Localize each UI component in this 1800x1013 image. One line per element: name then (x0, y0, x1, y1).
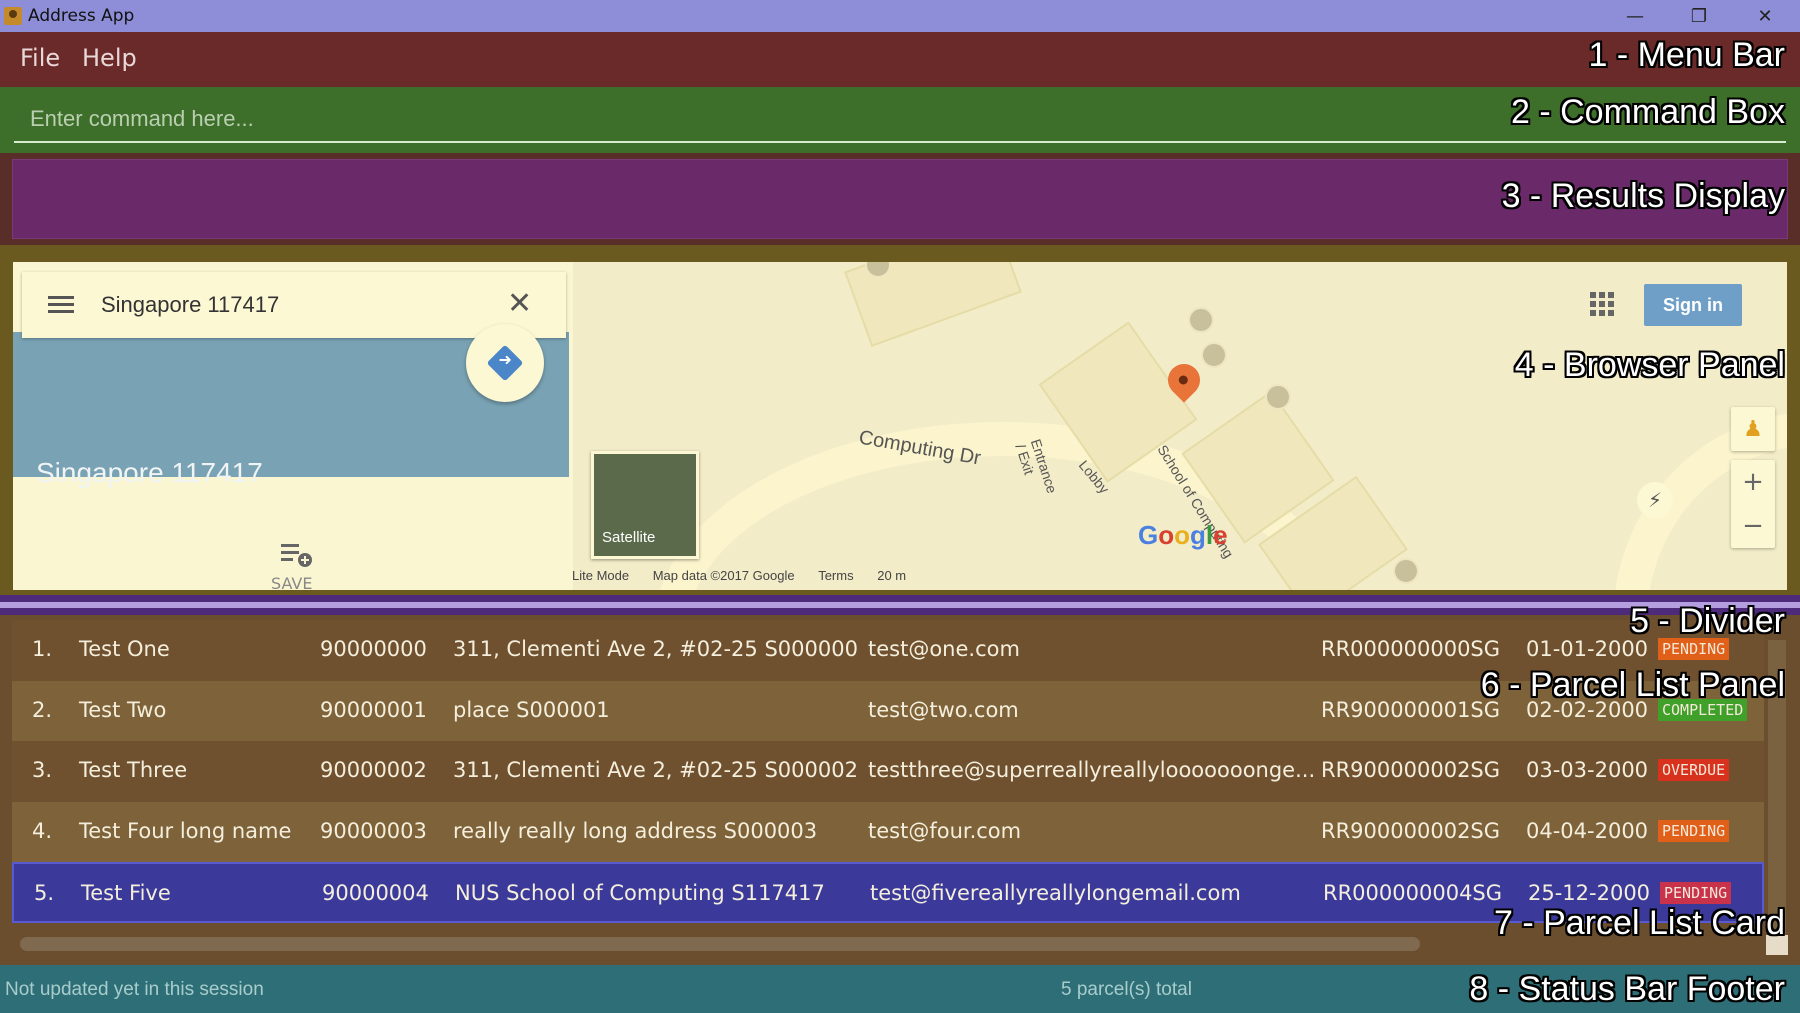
parcel-list-card[interactable]: 3. Test Three 90000002 311, Clementi Ave 2,… (12, 741, 1764, 802)
browser-panel[interactable]: Singapore 117417 Singapore 117417 ✕ SAVE… (13, 262, 1787, 590)
annotation-command-box: 2 - Command Box (1511, 93, 1785, 131)
poi-icon[interactable] (1188, 307, 1214, 333)
parcel-tracking-number: RR900000002SG (1321, 818, 1501, 843)
annotation-parcel-list-panel: 6 - Parcel List Panel (1480, 666, 1785, 704)
annotation-browser-panel: 4 - Browser Panel (1514, 346, 1785, 384)
parcel-email: test@one.com (868, 637, 1020, 661)
poi-icon[interactable] (1393, 558, 1419, 584)
parcel-name: Test One (79, 637, 170, 661)
parcel-email: test@fivereallyreallylongemail.com (870, 881, 1241, 905)
parcel-address: really really long address S000003 (453, 818, 818, 843)
zoom-out-button[interactable]: − (1731, 504, 1775, 548)
annotation-results-display: 3 - Results Display (1501, 177, 1785, 215)
parcel-delivery-date: 03-03-2000 (1526, 758, 1649, 782)
status-badge: PENDING (1658, 638, 1730, 660)
terms-link[interactable]: Terms (818, 568, 853, 583)
parcel-tracking-number: RR900000001SG (1321, 697, 1501, 722)
parcel-delivery-date: 25-12-2000 (1528, 881, 1651, 905)
parcel-tracking-number: RR900000002SG (1321, 758, 1501, 782)
parcel-address: NUS School of Computing S117417 (455, 881, 825, 905)
directions-icon (486, 344, 524, 382)
status-badge: PENDING (1658, 819, 1730, 842)
annotation-parcel-list-card: 7 - Parcel List Card (1494, 904, 1785, 942)
menu-icon[interactable] (48, 296, 74, 314)
parcel-tracking-number: RR000000000SG (1321, 637, 1501, 661)
satellite-label: Satellite (602, 529, 656, 546)
map-search-text[interactable]: Singapore 117417 (101, 292, 279, 318)
parcel-index: 2. (32, 697, 53, 722)
lite-mode-bolt-icon[interactable]: ⚡ (1637, 482, 1673, 518)
status-badge: OVERDUE (1658, 759, 1730, 781)
parcel-name: Test Three (79, 758, 188, 782)
parcel-phone: 90000003 (320, 818, 427, 843)
close-window-button[interactable]: ✕ (1738, 0, 1792, 32)
satellite-toggle[interactable]: Satellite (591, 451, 699, 559)
parcel-index: 5. (34, 881, 55, 905)
parcel-name: Test Five (81, 881, 171, 905)
directions-button[interactable] (466, 324, 544, 402)
restore-button[interactable]: ❐ (1672, 0, 1726, 32)
map-search-bar[interactable]: Singapore 117417 ✕ (22, 272, 566, 338)
parcel-phone: 90000002 (320, 758, 427, 782)
scale-label: 20 m (877, 568, 907, 583)
save-icon[interactable] (281, 542, 313, 568)
poi-icon[interactable] (1201, 342, 1227, 368)
parcel-index: 4. (32, 818, 53, 843)
window-title: Address App (28, 6, 135, 26)
google-logo: Google (1138, 520, 1228, 550)
app-icon (4, 7, 22, 25)
minimize-button[interactable]: — (1608, 0, 1662, 32)
parcel-phone: 90000000 (320, 637, 427, 661)
parcel-index: 3. (32, 758, 53, 782)
parcel-index: 1. (32, 637, 53, 661)
divider[interactable] (0, 602, 1800, 608)
menu-file[interactable]: File (20, 44, 60, 72)
pegman-icon[interactable]: ♟ (1731, 407, 1775, 451)
map-data-text: Map data ©2017 Google (652, 568, 795, 583)
zoom-control[interactable]: + − (1731, 460, 1775, 548)
close-icon[interactable]: ✕ (507, 286, 532, 321)
accessibility-icon[interactable] (1265, 384, 1291, 410)
horizontal-scrollbar[interactable] (20, 937, 1420, 951)
annotation-menu-bar: 1 - Menu Bar (1588, 36, 1785, 74)
title-bar: Address App — ❐ ✕ (0, 0, 1800, 32)
apps-grid-icon[interactable] (1590, 292, 1614, 316)
zoom-in-button[interactable]: + (1731, 460, 1775, 504)
parcel-address: 311, Clementi Ave 2, #02-25 S000000 (453, 637, 858, 661)
lite-mode-link[interactable]: Lite Mode (572, 568, 629, 583)
place-title: Singapore 117417 (36, 457, 263, 488)
parcel-email: test@two.com (868, 697, 1019, 722)
parcel-email: testthree@superreallyreallylooooooonge..… (868, 758, 1316, 782)
parcel-list-card[interactable]: 4. Test Four long name 90000003 really real… (12, 801, 1764, 862)
place-sidebar: Singapore 117417 Singapore 117417 ✕ SAVE (13, 262, 573, 590)
parcel-phone: 90000001 (320, 697, 427, 722)
parcel-name: Test Two (79, 697, 167, 722)
sync-status: Not updated yet in this session (5, 979, 264, 1000)
save-label: SAVE (271, 574, 313, 590)
parcel-total: 5 parcel(s) total (1061, 979, 1192, 1000)
parcel-address: place S000001 (453, 697, 610, 722)
map-footer: Lite Mode Map data ©2017 Google Terms 20… (572, 568, 906, 583)
menu-help[interactable]: Help (82, 44, 137, 72)
parcel-tracking-number: RR000000004SG (1323, 881, 1503, 905)
parcel-address: 311, Clementi Ave 2, #02-25 S000002 (453, 758, 858, 782)
menu-bar: File Help (0, 32, 1800, 87)
parcel-email: test@four.com (868, 818, 1022, 843)
status-badge: PENDING (1660, 882, 1732, 904)
annotation-status-bar-footer: 8 - Status Bar Footer (1469, 970, 1785, 1008)
annotation-divider: 5 - Divider (1630, 602, 1785, 640)
parcel-name: Test Four long name (79, 818, 292, 843)
sign-in-button[interactable]: Sign in (1644, 284, 1742, 326)
parcel-delivery-date: 04-04-2000 (1526, 818, 1649, 843)
parcel-phone: 90000004 (322, 881, 429, 905)
